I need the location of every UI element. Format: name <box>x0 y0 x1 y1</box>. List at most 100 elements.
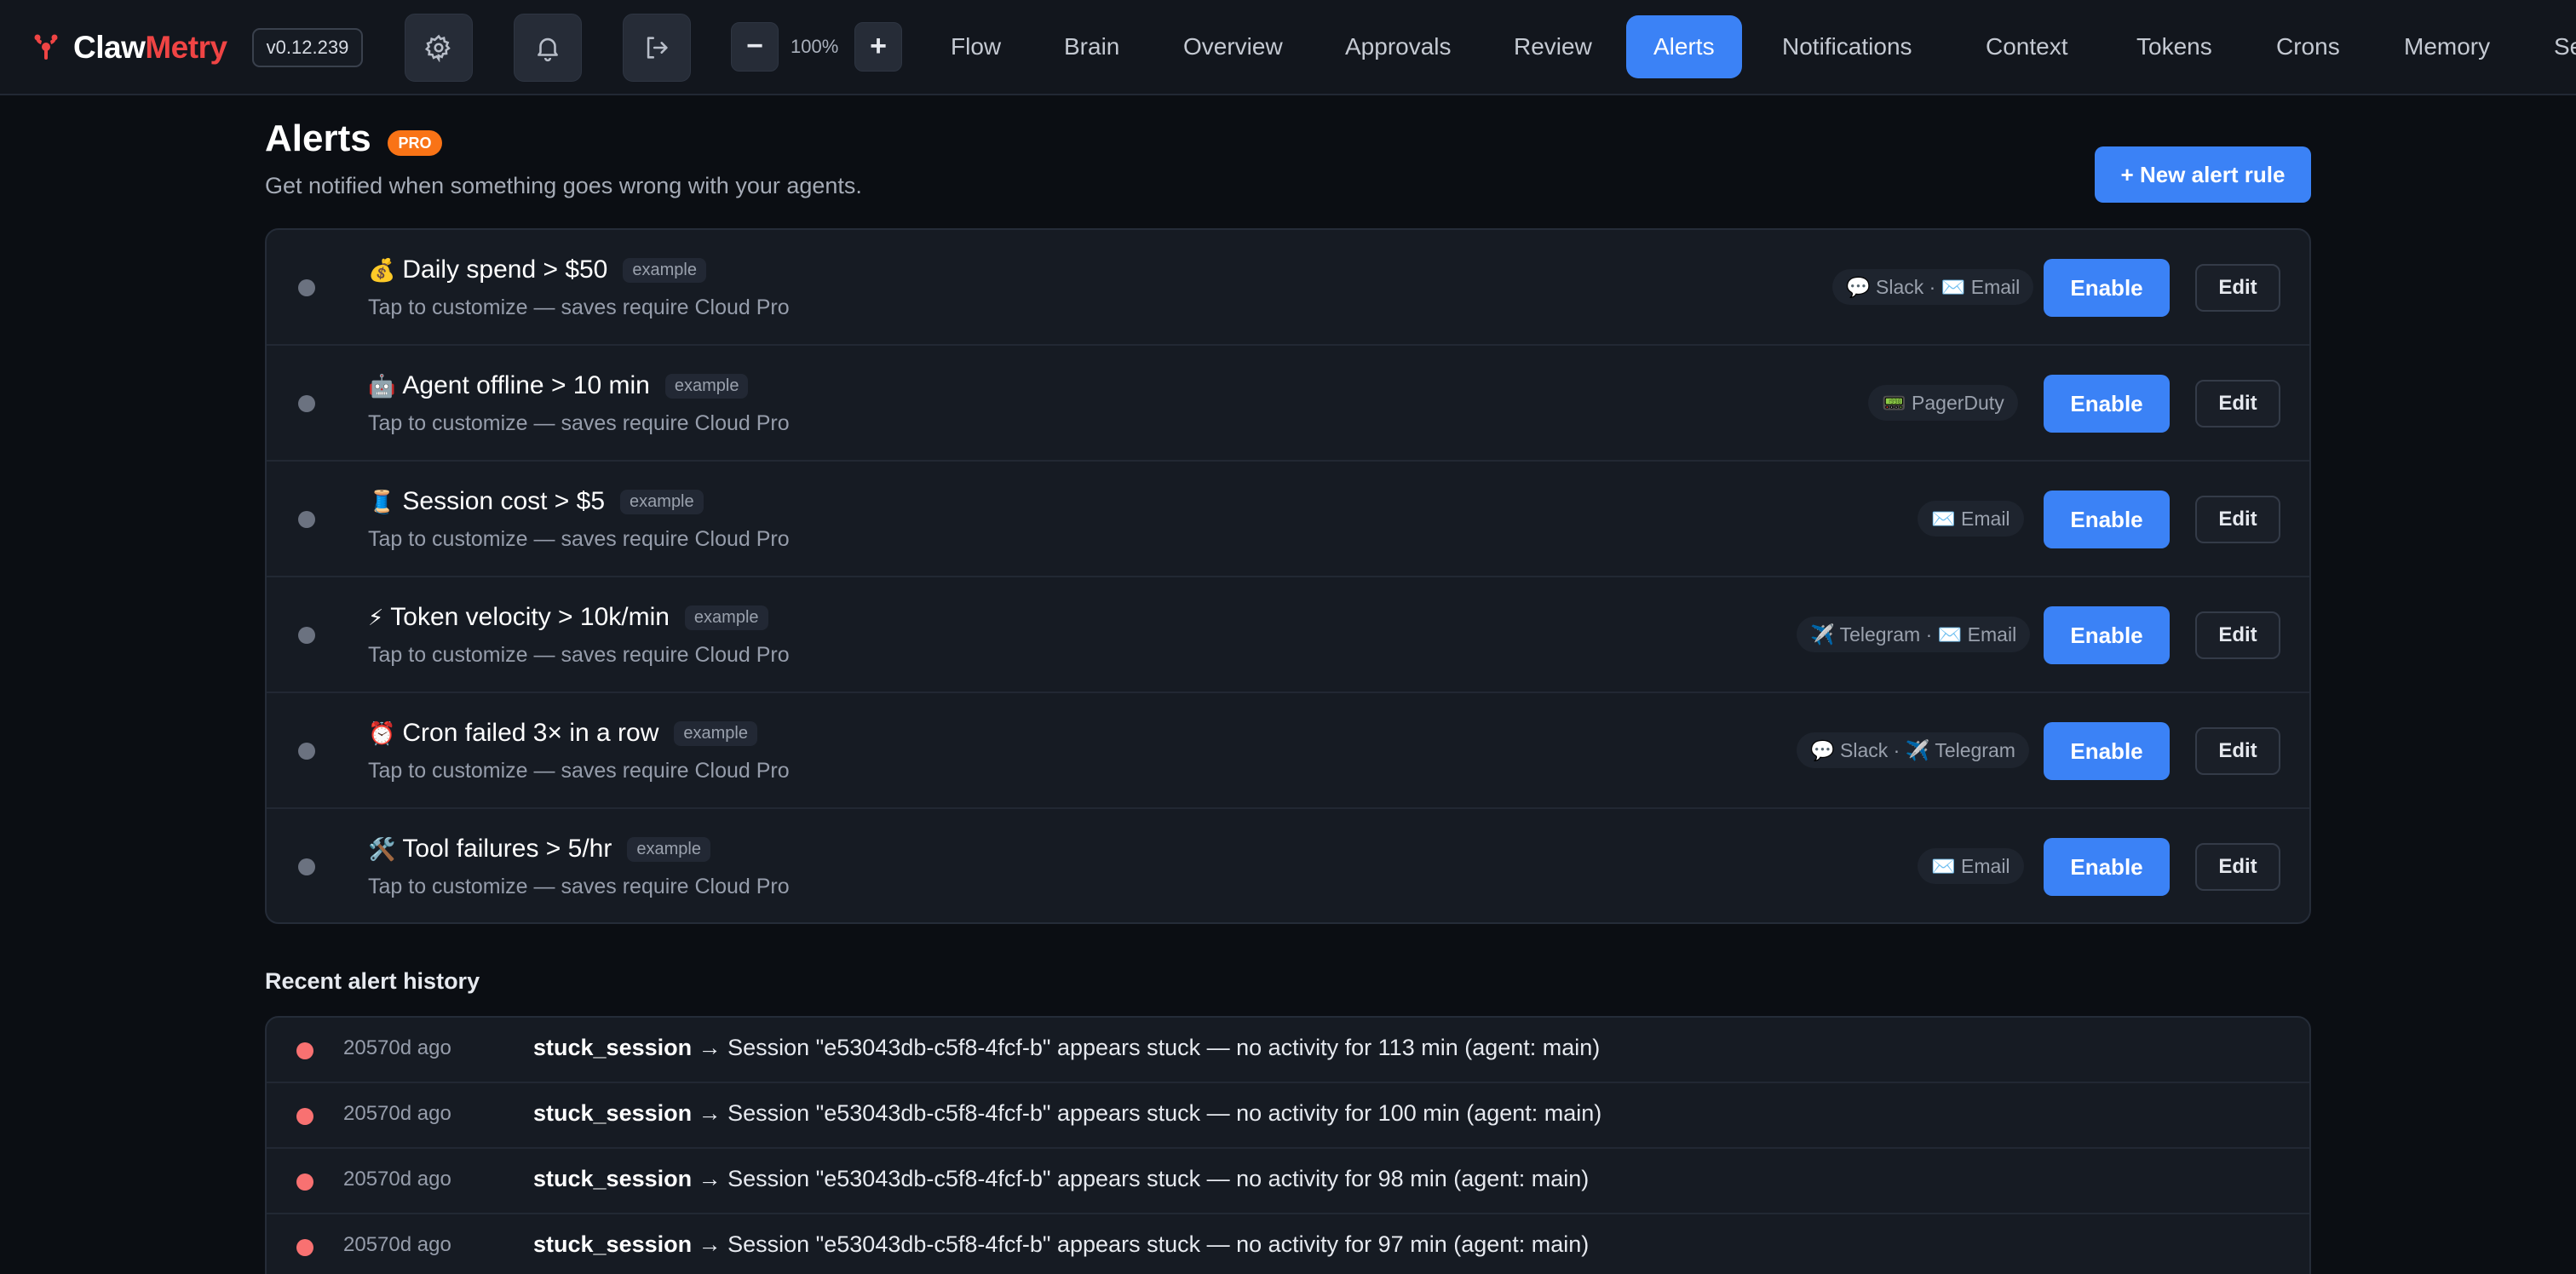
tab-flow[interactable]: Flow <box>923 15 1028 78</box>
rule-title-text: Token velocity > 10k/min <box>390 603 670 631</box>
rule-title: 🧵 Session cost > $5 example <box>368 487 704 516</box>
zoom-out-button[interactable]: − <box>731 22 779 72</box>
rule-subtitle: Tap to customize — saves require Cloud P… <box>368 411 790 435</box>
tab-tokens[interactable]: Tokens <box>2109 15 2240 78</box>
logout-button[interactable] <box>623 14 691 82</box>
alert-message: → Session "e53043db-c5f8-4fcf-b" appears… <box>692 1100 1602 1126</box>
history-row: 20570d ago stuck_session → Session "e530… <box>267 1149 2309 1214</box>
history-time: 20570d ago <box>343 1168 451 1191</box>
tab-brain[interactable]: Brain <box>1037 15 1147 78</box>
page-subtitle: Get notified when something goes wrong w… <box>265 173 862 198</box>
lightning-icon: ⚡ <box>368 604 384 630</box>
history-row: 20570d ago stuck_session → Session "e530… <box>267 1018 2309 1083</box>
alert-dot <box>296 1174 313 1191</box>
history-message: stuck_session → Session "e53043db-c5f8-4… <box>533 1166 1589 1192</box>
rule-status-dot <box>298 395 315 412</box>
tab-notifications[interactable]: Notifications <box>1755 15 1940 78</box>
rule-title: ⚡ Token velocity > 10k/min example <box>368 603 768 632</box>
enable-button[interactable]: Enable <box>2044 375 2170 433</box>
edit-button[interactable]: Edit <box>2195 611 2280 659</box>
edit-button[interactable]: Edit <box>2195 496 2280 543</box>
tools-icon: 🛠️ <box>368 835 396 862</box>
history-message: stuck_session → Session "e53043db-c5f8-4… <box>533 1100 1601 1127</box>
tab-approvals[interactable]: Approvals <box>1318 15 1479 78</box>
example-tag: example <box>664 373 749 399</box>
tab-crons[interactable]: Crons <box>2249 15 2367 78</box>
edit-button[interactable]: Edit <box>2195 727 2280 775</box>
alert-message: → Session "e53043db-c5f8-4fcf-b" appears… <box>692 1166 1590 1191</box>
rule-subtitle: Tap to customize — saves require Cloud P… <box>368 296 790 319</box>
alert-rule-row[interactable]: ⏰ Cron failed 3× in a row example Tap to c… <box>267 693 2309 809</box>
rule-subtitle: Tap to customize — saves require Cloud P… <box>368 875 790 898</box>
page-title: Alerts <box>265 118 371 159</box>
rule-channels: 💬 Slack · ✉️ Email <box>1832 269 2034 305</box>
history-time: 20570d ago <box>343 1102 451 1125</box>
version-badge: v0.12.239 <box>252 28 363 67</box>
settings-button[interactable] <box>405 14 473 82</box>
alert-rule-row[interactable]: 🧵 Session cost > $5 example Tap to customi… <box>267 462 2309 577</box>
app-name: ClawMetry <box>73 30 227 66</box>
enable-button[interactable]: Enable <box>2044 491 2170 548</box>
rule-title: ⏰ Cron failed 3× in a row example <box>368 719 757 748</box>
tab-review[interactable]: Review <box>1486 15 1619 78</box>
alert-rule-row[interactable]: 🛠️ Tool failures > 5/hr example Tap to cus… <box>267 809 2309 922</box>
tab-overview[interactable]: Overview <box>1156 15 1310 78</box>
thread-icon: 🧵 <box>368 488 396 514</box>
enable-button[interactable]: Enable <box>2044 259 2170 317</box>
edit-button[interactable]: Edit <box>2195 380 2280 428</box>
alert-dot <box>296 1239 313 1256</box>
tab-context[interactable]: Context <box>1958 15 2096 78</box>
alert-history-list: 20570d ago stuck_session → Session "e530… <box>265 1016 2311 1274</box>
rule-channels: ✉️ Email <box>1918 848 2024 884</box>
edit-button[interactable]: Edit <box>2195 264 2280 312</box>
rule-status-dot <box>298 627 315 644</box>
notifications-button[interactable] <box>514 14 582 82</box>
alert-type: stuck_session <box>533 1231 693 1257</box>
app-name-part2: Metry <box>145 30 227 65</box>
example-tag: example <box>620 489 704 514</box>
edit-button[interactable]: Edit <box>2195 843 2280 891</box>
rule-subtitle: Tap to customize — saves require Cloud P… <box>368 643 790 667</box>
rule-title-text: Session cost > $5 <box>402 487 606 515</box>
rule-status-dot <box>298 858 315 875</box>
gear-icon <box>424 34 451 62</box>
zoom-in-button[interactable]: + <box>854 22 902 72</box>
logout-icon <box>647 37 668 59</box>
alert-type: stuck_session <box>533 1035 693 1060</box>
alert-dot <box>296 1108 313 1125</box>
rule-subtitle: Tap to customize — saves require Cloud P… <box>368 759 790 783</box>
history-row: 20570d ago stuck_session → Session "e530… <box>267 1083 2309 1149</box>
alert-message: → Session "e53043db-c5f8-4fcf-b" appears… <box>692 1231 1590 1257</box>
alert-rule-row[interactable]: 💰 Daily spend > $50 example Tap to customi… <box>267 230 2309 346</box>
alert-type: stuck_session <box>533 1100 693 1126</box>
tab-memory[interactable]: Memory <box>2377 15 2517 78</box>
rule-channels: ✉️ Email <box>1918 501 2024 537</box>
money-bag-icon: 💰 <box>368 256 396 283</box>
example-tag: example <box>674 720 757 746</box>
zoom-level: 100% <box>791 36 839 57</box>
enable-button[interactable]: Enable <box>2044 722 2170 780</box>
history-time: 20570d ago <box>343 1233 451 1256</box>
robot-icon: 🤖 <box>368 372 396 399</box>
rule-subtitle: Tap to customize — saves require Cloud P… <box>368 527 790 551</box>
pro-badge: PRO <box>388 130 442 156</box>
alert-rule-row[interactable]: ⚡ Token velocity > 10k/min example Tap to … <box>267 577 2309 693</box>
enable-button[interactable]: Enable <box>2044 606 2170 664</box>
rule-title-text: Cron failed 3× in a row <box>402 719 659 747</box>
rule-channels: ✈️ Telegram · ✉️ Email <box>1797 617 2031 652</box>
rule-channels: 📟 PagerDuty <box>1868 385 2018 421</box>
rule-title-text: Tool failures > 5/hr <box>402 835 612 863</box>
history-row: 20570d ago stuck_session → Session "e530… <box>267 1214 2309 1274</box>
new-alert-rule-button[interactable]: + New alert rule <box>2095 146 2311 203</box>
history-time: 20570d ago <box>343 1036 451 1059</box>
enable-button[interactable]: Enable <box>2044 838 2170 896</box>
rule-title: 🤖 Agent offline > 10 min example <box>368 371 749 400</box>
example-tag: example <box>684 605 768 630</box>
tab-settings-partial[interactable]: Se <box>2527 15 2576 78</box>
brand[interactable]: ClawMetry <box>31 26 227 70</box>
tab-alerts[interactable]: Alerts <box>1626 15 1742 78</box>
alert-rule-row[interactable]: 🤖 Agent offline > 10 min example Tap to cu… <box>267 346 2309 462</box>
rule-status-dot <box>298 743 315 760</box>
example-tag: example <box>623 257 706 283</box>
alert-message: → Session "e53043db-c5f8-4fcf-b" appears… <box>692 1035 1601 1060</box>
